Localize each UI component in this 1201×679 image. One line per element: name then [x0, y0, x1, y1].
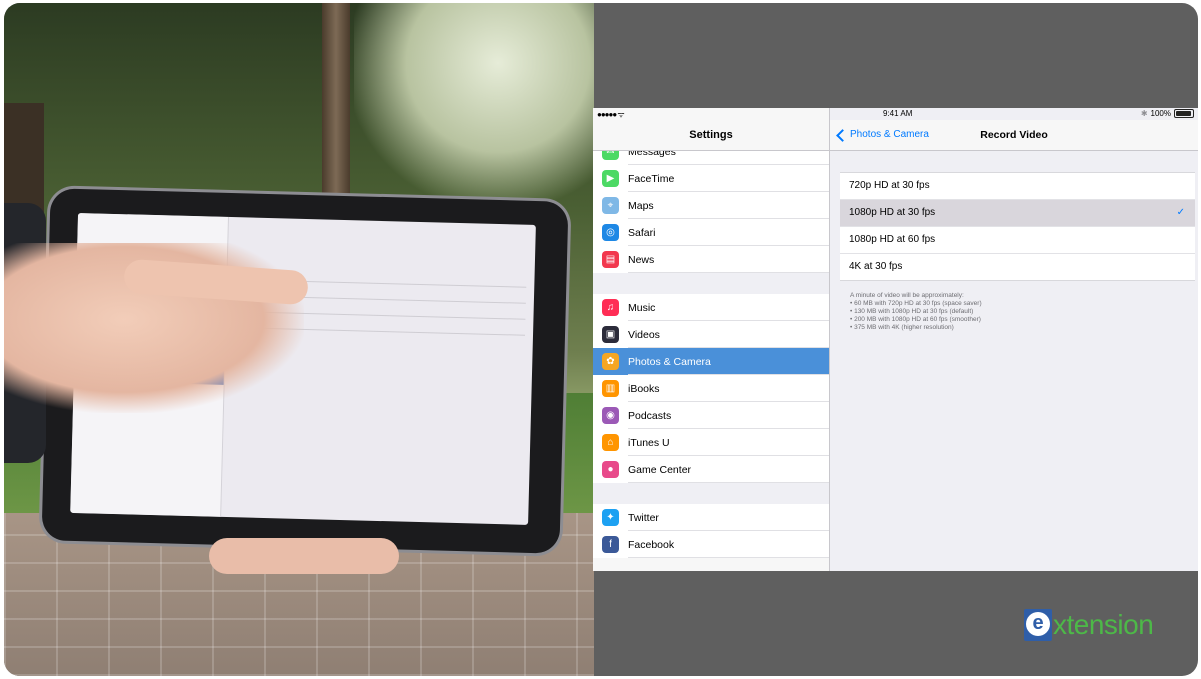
sidebar-item-label: Game Center	[628, 463, 692, 476]
news-icon: ▤	[602, 251, 619, 268]
detail-header: Record Video Photos & Camera	[830, 120, 1198, 151]
photo-thumbs	[209, 538, 399, 574]
sidebar-item-game-center[interactable]: ● Game Center	[593, 456, 829, 483]
sidebar-item-label: Safari	[628, 226, 656, 239]
option-label: 4K at 30 fps	[849, 261, 903, 272]
settings-group-gap	[593, 483, 829, 504]
settings-header: Settings	[593, 120, 829, 151]
sidebar-item-safari[interactable]: ◎ Safari	[593, 219, 829, 246]
footnote-line: • 130 MB with 1080p HD at 30 fps (defaul…	[850, 308, 974, 315]
sidebar-item-label: News	[628, 253, 655, 266]
sidebar-item-twitter[interactable]: ✦ Twitter	[593, 504, 829, 531]
settings-sidebar: ✉ Messages ▶ FaceTime ⌖ Maps ◎ Safari ▤ News ♫ Musi…	[593, 108, 830, 571]
sidebar-item-maps[interactable]: ⌖ Maps	[593, 192, 829, 219]
footnote-line: • 375 MB with 4K (higher resolution)	[850, 324, 954, 331]
extension-logo: e xtension	[1024, 605, 1154, 645]
videos-icon: ▣	[602, 326, 619, 343]
bluetooth-icon: ✱	[1140, 109, 1148, 118]
footnote-line: A minute of video will be approximately:	[850, 292, 964, 299]
detail-pane: Record Video Photos & Camera 720p HD at …	[830, 120, 1198, 571]
footnote-line: • 60 MB with 720p HD at 30 fps (space sa…	[850, 300, 982, 307]
ipad-screenshot: ✉ Messages ▶ FaceTime ⌖ Maps ◎ Safari ▤ News ♫ Musi…	[593, 108, 1198, 571]
sidebar-item-facetime[interactable]: ▶ FaceTime	[593, 165, 829, 192]
demo-photo	[4, 3, 594, 676]
settings-title: Settings	[689, 129, 733, 141]
extension-logo-text: xtension	[1053, 609, 1154, 640]
option-label: 720p HD at 30 fps	[849, 180, 930, 191]
sidebar-item-facebook[interactable]: f Facebook	[593, 531, 829, 558]
photo-sky	[354, 3, 594, 203]
sidebar-item-label: Facebook	[628, 538, 675, 551]
safari-icon: ◎	[602, 224, 619, 241]
status-bar: ●●●●● ᯤ 9:41 AM ✱ 100%	[593, 108, 1198, 120]
record-video-options: 720p HD at 30 fps 1080p HD at 30 fps ✓ 1080…	[840, 172, 1195, 281]
video-frame: ✉ Messages ▶ FaceTime ⌖ Maps ◎ Safari ▤ News ♫ Musi…	[4, 3, 1198, 676]
sidebar-item-label: Podcasts	[628, 409, 672, 422]
settings-list: ✉ Messages ▶ FaceTime ⌖ Maps ◎ Safari ▤ News ♫ Musi…	[593, 138, 829, 558]
signal-indicator: ●●●●● ᯤ	[597, 110, 625, 119]
sidebar-item-label: Videos	[628, 328, 660, 341]
footnote-line: • 200 MB with 1080p HD at 60 fps (smooth…	[850, 316, 981, 323]
record-video-footnote: A minute of video will be approximately:…	[850, 292, 1180, 332]
option-1080p-hd-at-60-fps[interactable]: 1080p HD at 60 fps	[840, 227, 1195, 254]
sidebar-item-label: Twitter	[628, 511, 659, 524]
maps-icon: ⌖	[602, 197, 619, 214]
photos-icon: ✿	[602, 353, 619, 370]
music-icon: ♫	[602, 299, 619, 316]
facebook-icon: f	[602, 536, 619, 553]
sidebar-item-label: Music	[628, 301, 656, 314]
sidebar-item-label: FaceTime	[628, 172, 675, 185]
chevron-left-icon	[836, 128, 849, 142]
sidebar-item-label: Maps	[628, 199, 654, 212]
game-center-icon: ●	[602, 461, 619, 478]
ibooks-icon: ▥	[602, 380, 619, 397]
sidebar-item-ibooks[interactable]: ▥ iBooks	[593, 375, 829, 402]
checkmark-icon: ✓	[1176, 207, 1185, 218]
battery-icon	[1174, 109, 1194, 118]
option-label: 1080p HD at 30 fps	[849, 207, 936, 218]
itunes-u-icon: ⌂	[602, 434, 619, 451]
sidebar-item-photos-camera[interactable]: ✿ Photos & Camera	[593, 348, 829, 375]
battery-percent: 100%	[1150, 109, 1171, 118]
sidebar-item-news[interactable]: ▤ News	[593, 246, 829, 273]
option-4k-at-30-fps[interactable]: 4K at 30 fps	[840, 254, 1195, 280]
status-time: 9:41 AM	[883, 109, 913, 118]
twitter-icon: ✦	[602, 509, 619, 526]
extension-logo-letter: e	[1026, 612, 1050, 636]
extension-logo-mark: e	[1024, 609, 1052, 641]
option-720p-hd-at-30-fps[interactable]: 720p HD at 30 fps	[840, 173, 1195, 200]
sidebar-item-videos[interactable]: ▣ Videos	[593, 321, 829, 348]
back-button[interactable]: Photos & Camera	[836, 120, 929, 150]
photo-tree-trunk	[322, 3, 350, 223]
facetime-icon: ▶	[602, 170, 619, 187]
sidebar-item-itunes-u[interactable]: ⌂ iTunes U	[593, 429, 829, 456]
settings-group-gap	[593, 273, 829, 294]
battery-indicator: ✱ 100%	[1141, 109, 1194, 118]
sidebar-item-podcasts[interactable]: ◉ Podcasts	[593, 402, 829, 429]
option-label: 1080p HD at 60 fps	[849, 234, 936, 245]
sidebar-item-music[interactable]: ♫ Music	[593, 294, 829, 321]
back-button-label: Photos & Camera	[850, 129, 929, 140]
sidebar-item-label: iTunes U	[628, 436, 670, 449]
podcasts-icon: ◉	[602, 407, 619, 424]
sidebar-item-label: iBooks	[628, 382, 660, 395]
sidebar-item-label: Photos & Camera	[628, 355, 711, 368]
option-1080p-hd-at-30-fps[interactable]: 1080p HD at 30 fps ✓	[840, 200, 1195, 227]
